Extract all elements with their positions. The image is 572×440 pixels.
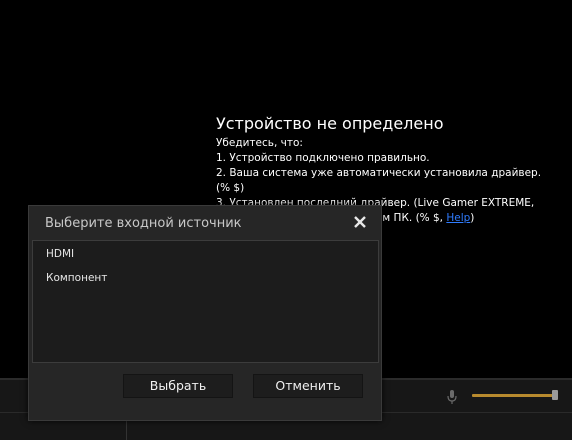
dialog-title: Выберите входной источник <box>45 216 242 231</box>
message-line-end: ) <box>470 212 475 224</box>
help-link[interactable]: Help <box>446 212 470 224</box>
source-list: HDMI Компонент <box>32 240 379 363</box>
source-item-component[interactable]: Компонент <box>46 272 107 284</box>
volume-slider[interactable] <box>472 394 555 397</box>
message-line: (% $) <box>216 182 245 194</box>
message-line: 1. Устройство подключено правильно. <box>216 152 430 164</box>
message-title: Устройство не определено <box>216 114 444 133</box>
input-source-dialog: Выберите входной источник HDMI Компонент… <box>28 205 382 421</box>
microphone-icon[interactable] <box>445 389 459 405</box>
message-line: Убедитесь, что: <box>216 137 303 149</box>
cancel-button[interactable]: Отменить <box>253 374 363 398</box>
select-button[interactable]: Выбрать <box>123 374 233 398</box>
close-icon[interactable] <box>351 213 369 231</box>
source-item-hdmi[interactable]: HDMI <box>46 248 74 260</box>
volume-slider-thumb[interactable] <box>552 390 558 400</box>
message-line: 2. Ваша система уже автоматически устано… <box>216 167 542 179</box>
